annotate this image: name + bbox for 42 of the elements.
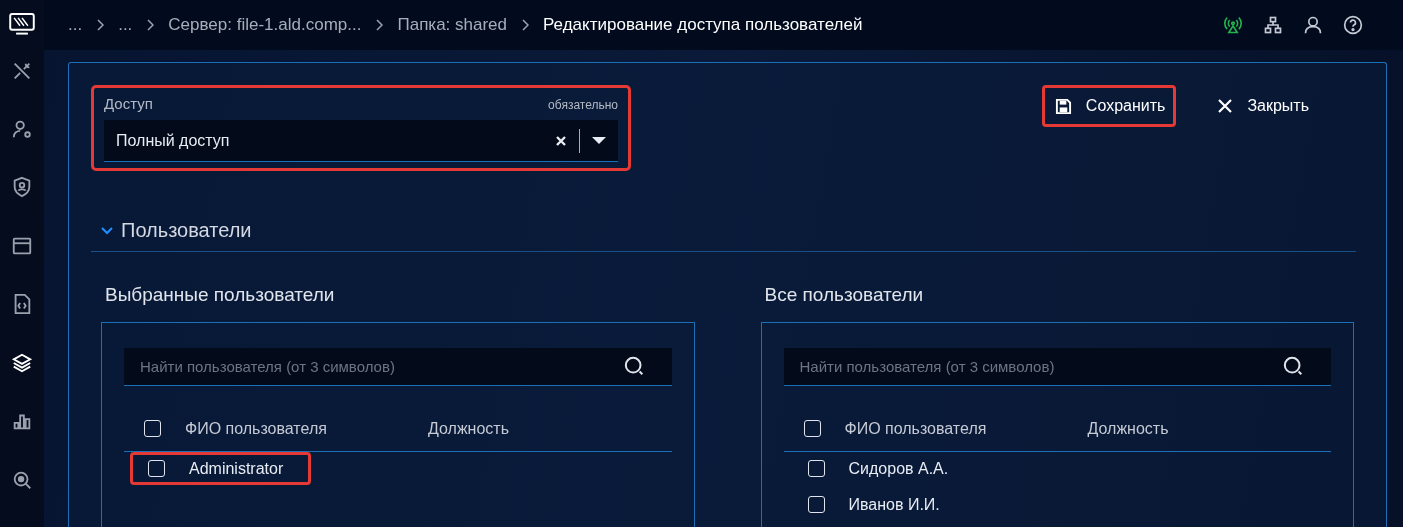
row-checkbox[interactable] <box>807 460 825 477</box>
breadcrumb-link[interactable]: Сервер: file-1.ald.comp... <box>168 15 362 35</box>
search-field[interactable]: Найти пользователя (от 3 символов) <box>783 348 1331 386</box>
breadcrumb-link[interactable]: Папка: shared <box>397 15 508 35</box>
user-icon[interactable] <box>1303 15 1323 35</box>
select-all-checkbox[interactable] <box>144 420 161 437</box>
column-header[interactable]: ФИО пользователя <box>844 419 1088 438</box>
column-header[interactable]: ФИО пользователя <box>185 419 428 438</box>
chevron-right-icon <box>375 19 384 31</box>
close-icon <box>1217 98 1234 114</box>
column-header[interactable]: Должность <box>428 419 509 438</box>
search-icon[interactable] <box>1283 356 1305 378</box>
chevron-right-icon <box>146 19 155 31</box>
section-title[interactable]: Пользователи <box>121 219 252 242</box>
user-name: Сидоров А.А. <box>848 459 949 478</box>
search-field[interactable]: Найти пользователя (от 3 символов) <box>124 348 672 386</box>
row-checkbox[interactable] <box>148 460 165 477</box>
search-icon[interactable] <box>623 356 646 378</box>
network-icon[interactable] <box>1263 15 1283 35</box>
antenna-icon[interactable] <box>1223 15 1243 35</box>
save-button[interactable]: Сохранить <box>1041 85 1177 127</box>
select-all-checkbox[interactable] <box>803 420 821 437</box>
chevron-right-icon <box>521 19 530 31</box>
user-name: Иванов И.И. <box>848 495 940 514</box>
page-title: Редактирование доступа пользователей <box>543 15 863 35</box>
help-icon[interactable] <box>1343 15 1363 35</box>
chevron-down-icon[interactable] <box>101 226 113 235</box>
dropdown-caret-icon[interactable] <box>592 136 606 145</box>
row-checkbox[interactable] <box>807 496 825 513</box>
panel-title: Выбранные пользователи <box>104 284 336 306</box>
monitor-logo-icon[interactable] <box>8 12 36 36</box>
chevron-right-icon <box>96 19 105 31</box>
clear-icon[interactable] <box>555 134 567 147</box>
required-note: обязательно <box>548 98 618 112</box>
panel-title: Все пользователи <box>763 284 925 306</box>
user-name: Administrator <box>189 459 284 478</box>
field-label: Доступ <box>104 95 153 112</box>
breadcrumb-link[interactable]: ... <box>68 15 83 35</box>
breadcrumb-link[interactable]: ... <box>118 15 133 35</box>
column-header[interactable]: Должность <box>1087 419 1169 438</box>
close-button[interactable]: Закрыть <box>1204 85 1320 127</box>
access-select[interactable]: Полный доступ <box>104 120 618 162</box>
